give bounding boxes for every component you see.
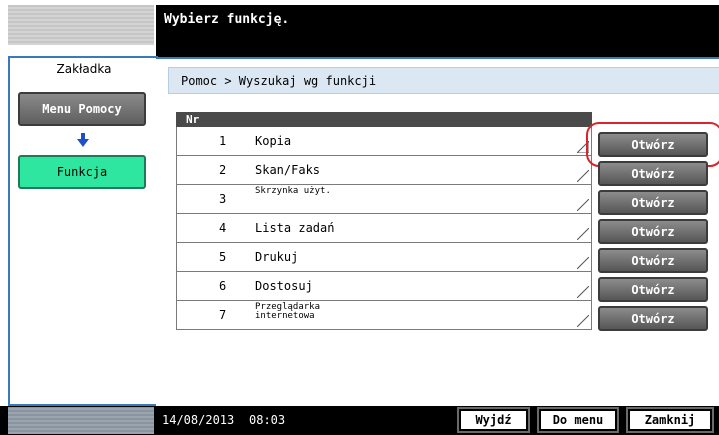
open-button[interactable]: Otwórz: [598, 248, 708, 273]
row-label: Drukuj: [255, 250, 299, 264]
help-menu-button[interactable]: Menu Pomocy: [18, 92, 146, 126]
row-label: Skan/Faks: [255, 163, 321, 177]
row-number: 1: [219, 134, 227, 148]
footer-date: 14/08/2013: [162, 413, 235, 427]
corner-mark-icon: [577, 170, 589, 182]
tab-panel: Zakładka Menu Pomocy Funkcja: [8, 56, 158, 406]
table-header: Nr: [176, 112, 592, 127]
table-row[interactable]: 4 Lista zadań: [176, 214, 592, 243]
header-title: Wybierz funkcję.: [164, 12, 290, 27]
open-button[interactable]: Otwórz: [598, 190, 708, 215]
row-number: 3: [219, 192, 227, 206]
corner-mark-icon: [577, 315, 589, 327]
row-number: 7: [219, 308, 227, 322]
row-label: Dostosuj: [255, 279, 313, 293]
open-button[interactable]: Otwórz: [598, 132, 708, 157]
footer-time: 08:03: [249, 413, 286, 427]
row-label: Kopia: [255, 134, 292, 148]
open-button[interactable]: Otwórz: [598, 306, 708, 331]
table-row[interactable]: 3 Skrzynka użyt.: [176, 185, 592, 214]
close-button[interactable]: Zamknij: [626, 407, 714, 433]
corner-mark-icon: [577, 257, 589, 269]
row-number: 5: [219, 250, 227, 264]
tab-panel-title: Zakładka: [56, 62, 112, 76]
main-panel: Pomoc > Wyszukaj wg funkcji Nr 1 Kopia 2…: [156, 57, 719, 406]
corner-mark-icon: [577, 228, 589, 240]
corner-mark-icon: [577, 199, 589, 211]
table-row[interactable]: 6 Dostosuj: [176, 272, 592, 301]
open-button[interactable]: Otwórz: [598, 219, 708, 244]
row-number: 2: [219, 163, 227, 177]
arrow-down-icon: [77, 133, 89, 147]
row-number: 6: [219, 279, 227, 293]
function-table: Nr 1 Kopia 2 Skan/Faks 3 Skrzynka użyt. …: [176, 112, 592, 330]
row-label: Lista zadań: [255, 221, 335, 235]
table-row[interactable]: 2 Skan/Faks: [176, 156, 592, 185]
table-row[interactable]: 5 Drukuj: [176, 243, 592, 272]
footer-bar: 14/08/2013 08:03 Wyjdź Do menu Zamknij: [0, 406, 719, 435]
table-row[interactable]: 1 Kopia: [176, 127, 592, 156]
breadcrumb: Pomoc > Wyszukaj wg funkcji: [168, 67, 719, 94]
row-label: Przeglądarka internetowa: [255, 302, 321, 321]
open-button[interactable]: Otwórz: [598, 161, 708, 186]
header-left-stripe: [8, 5, 154, 45]
table-row[interactable]: 7 Przeglądarka internetowa: [176, 301, 592, 330]
corner-mark-icon: [577, 286, 589, 298]
row-number: 4: [219, 221, 227, 235]
to-menu-button[interactable]: Do menu: [537, 407, 619, 433]
exit-button[interactable]: Wyjdź: [457, 407, 530, 433]
open-button[interactable]: Otwórz: [598, 277, 708, 302]
footer-left-stripe: [8, 407, 154, 434]
function-button[interactable]: Funkcja: [18, 155, 146, 189]
row-label: Skrzynka użyt.: [255, 186, 331, 196]
header-bar: Wybierz funkcję.: [156, 5, 719, 57]
